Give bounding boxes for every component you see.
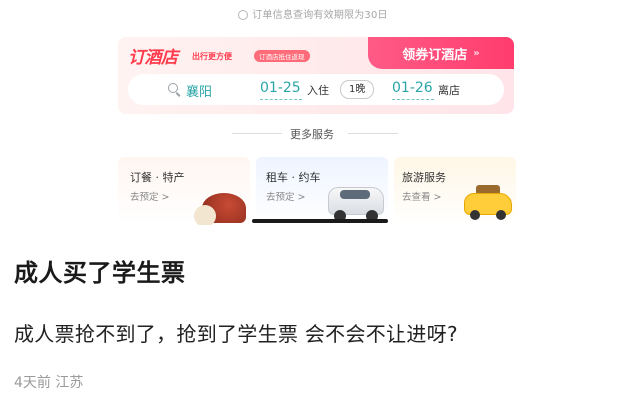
checkout-date-underline	[392, 99, 434, 100]
plate-icon	[194, 205, 216, 225]
checkin-date[interactable]: 01-25	[260, 80, 301, 96]
service-link[interactable]: 去查看 >	[402, 189, 441, 203]
checkin-label: 入住	[307, 84, 329, 97]
clock-icon	[238, 10, 249, 20]
hotel-header: 订酒店 出行更方便 订酒店抵住返现 领券订酒店 »	[118, 37, 514, 71]
post-title: 成人买了学生票	[14, 259, 186, 287]
service-travel[interactable]: 旅游服务 去查看 >	[394, 157, 516, 225]
service-link[interactable]: 去预定 >	[266, 189, 305, 203]
coupon-button-label: 领券订酒店	[402, 47, 468, 63]
taxi-wheel-icon	[470, 210, 480, 220]
post-meta: 4天前 江苏	[14, 375, 84, 391]
service-link[interactable]: 去预定 >	[130, 189, 169, 203]
city-field[interactable]: 襄阳	[186, 81, 212, 100]
notice-text: 订单信息查询有效期限为30日	[252, 10, 388, 21]
service-title: 旅游服务	[402, 171, 446, 184]
double-chevron-icon: »	[473, 47, 480, 59]
service-food[interactable]: 订餐 · 特产 去预定 >	[118, 157, 250, 225]
checkout-date[interactable]: 01-26	[392, 80, 433, 96]
service-car[interactable]: 租车 · 约车 去预定 >	[256, 157, 388, 225]
divider-left	[232, 133, 282, 134]
coupon-hotel-button[interactable]: 领券订酒店 »	[368, 37, 514, 69]
post-body: 成人票抢不到了，抢到了学生票 会不会不让进呀?	[14, 322, 458, 346]
hotel-search-bar[interactable]: 襄阳 01-25 入住 1晚 01-26 离店	[128, 74, 504, 105]
hotel-booking-card[interactable]: 订酒店 出行更方便 订酒店抵住返现 领券订酒店 » 襄阳 01-25 入住 1晚…	[118, 37, 514, 114]
nights-badge: 1晚	[340, 80, 375, 99]
search-icon	[168, 83, 178, 93]
hotel-promo-chip: 订酒店抵住返现	[254, 50, 310, 62]
hotel-slogan: 出行更方便	[192, 52, 232, 61]
service-title: 订餐 · 特产	[130, 171, 185, 184]
taxi-wheel-icon	[496, 210, 506, 220]
checkout-label: 离店	[438, 84, 460, 97]
hotel-brand-logo: 订酒店	[128, 48, 178, 68]
service-title: 租车 · 约车	[266, 171, 321, 184]
divider-right	[348, 133, 398, 134]
checkin-date-underline	[260, 99, 302, 100]
home-indicator	[252, 219, 388, 223]
more-services-title: 更多服务	[290, 128, 334, 141]
info-notice: 订单信息查询有效期限为30日	[0, 6, 626, 21]
car-window-icon	[340, 190, 370, 199]
